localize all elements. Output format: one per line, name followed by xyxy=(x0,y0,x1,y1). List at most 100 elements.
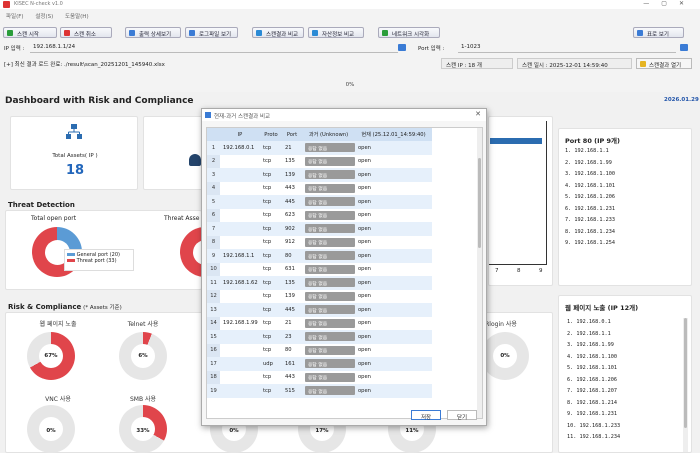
status-badge: 응답 없음 xyxy=(305,345,355,355)
table-row[interactable]: 8 tcp 912 응답 없음 open xyxy=(207,235,432,250)
web-exposure-value: 67% xyxy=(44,353,58,359)
compare-button[interactable]: 스캔결과 비교 xyxy=(252,27,304,38)
save-button[interactable]: 저장 xyxy=(411,410,441,421)
table-row[interactable]: 3 tcp 139 응답 없음 open xyxy=(207,168,432,182)
cell-current: open xyxy=(355,384,432,398)
table-row[interactable]: 13 tcp 445 응답 없음 open xyxy=(207,303,432,317)
scan-cancel-button[interactable]: 스캔 취소 xyxy=(60,27,112,38)
cell-past: 응답 없음 xyxy=(302,195,355,209)
log-file-button[interactable]: 로그파일 보기 xyxy=(185,27,238,38)
table-row[interactable]: 15 tcp 23 응답 없음 open xyxy=(207,330,432,344)
table-row[interactable]: 1 192.168.0.1 tcp 21 응답 없음 open xyxy=(207,141,432,155)
table-row[interactable]: 18 tcp 443 응답 없음 open xyxy=(207,370,432,384)
save-port-icon[interactable] xyxy=(680,44,688,51)
cell-proto: tcp xyxy=(260,195,282,209)
col-past[interactable]: 과거 (Unknown) xyxy=(302,128,355,141)
status-badge: 응답 없음 xyxy=(305,372,355,382)
close-button[interactable]: 닫기 xyxy=(447,410,477,421)
col-proto[interactable]: Proto xyxy=(260,128,282,141)
x-tick-8: 8 xyxy=(517,268,521,274)
col-ip[interactable]: IP xyxy=(220,128,260,141)
cell-proto: tcp xyxy=(260,249,282,263)
open-result-label: 스캔결과 열기 xyxy=(649,63,682,69)
table-view-label: 표로 보기 xyxy=(647,31,669,38)
table-row[interactable]: 7 tcp 902 응답 없음 open xyxy=(207,222,432,236)
table-row[interactable]: 9 192.168.1.1 tcp 80 응답 없음 open xyxy=(207,249,432,263)
cell-past: 응답 없음 xyxy=(302,290,355,304)
dialog-title-bar: 현재-과거 스캔결과 비교 xyxy=(202,109,486,121)
list-item: 1. 192.168.0.1 xyxy=(567,319,611,325)
table-row[interactable]: 10 tcp 631 응답 없음 open xyxy=(207,262,432,276)
scrollbar[interactable] xyxy=(683,318,688,452)
cell-past: 응답 없음 xyxy=(302,303,355,317)
table-row[interactable]: 19 tcp 515 응답 없음 open xyxy=(207,384,432,398)
rownum-header xyxy=(207,128,220,141)
dialog-close-icon[interactable]: ✕ xyxy=(475,110,481,118)
ip-input[interactable]: 192.168.1.1/24 xyxy=(30,43,398,53)
port80-list: 1. 192.168.1.1 2. 192.168.1.99 3. 192.168.… xyxy=(565,146,615,250)
scrollbar-thumb[interactable] xyxy=(684,318,687,428)
table-row[interactable]: 14 192.168.1.99 tcp 21 응답 없음 open xyxy=(207,316,432,330)
cell-ip xyxy=(220,222,260,236)
cell-past: 응답 없음 xyxy=(302,344,355,358)
window-controls[interactable]: —▢✕ xyxy=(643,0,696,7)
cell-ip xyxy=(220,209,260,223)
col-current[interactable]: 현재 (25.12.01_14:59:40) xyxy=(355,128,432,141)
asset-compare-button[interactable]: 자산정보 비교 xyxy=(308,27,364,38)
table-icon xyxy=(637,30,643,36)
table-row[interactable]: 17 udp 161 응답 없음 open xyxy=(207,357,432,371)
output-detail-button[interactable]: 출력 상세보기 xyxy=(125,27,181,38)
scan-start-button[interactable]: 스캔 시작 xyxy=(3,27,57,38)
list-item: 10. 192.168.1.233 xyxy=(567,422,621,429)
cell-port: 912 xyxy=(285,239,295,246)
cell-ip xyxy=(220,168,260,182)
threat-detection-card: Total open port Threat Asse General port… xyxy=(5,210,204,290)
cell-proto: tcp xyxy=(263,347,272,354)
table-row[interactable]: 16 tcp 80 응답 없음 open xyxy=(207,343,432,358)
cell-port: 135 xyxy=(285,158,295,165)
cell-port: 161 xyxy=(282,357,302,371)
row-number: 3 xyxy=(207,168,220,182)
table-row[interactable]: 6 tcp 623 응답 없음 open xyxy=(207,208,432,223)
cell-past: 응답 없음 xyxy=(302,141,355,155)
table-scrollbar[interactable] xyxy=(477,128,482,418)
status-badge: 응답 없음 xyxy=(305,291,355,301)
row-number: 11 xyxy=(207,276,220,290)
cell-proto: tcp xyxy=(260,141,282,155)
cell-proto: tcp xyxy=(263,320,272,327)
port-input[interactable]: 1-1023 xyxy=(458,43,676,53)
table-row[interactable]: 5 tcp 445 응답 없음 open xyxy=(207,195,432,209)
menu-help[interactable]: 도움말(H) xyxy=(65,14,89,20)
table-view-button[interactable]: 표로 보기 xyxy=(633,27,684,38)
cell-proto: tcp xyxy=(263,266,272,273)
progress-text: 0% xyxy=(345,82,355,88)
status-badge: 응답 없음 xyxy=(305,359,355,369)
table-row[interactable]: 2 tcp 135 응답 없음 open xyxy=(207,154,432,168)
status-badge: 응답 없음 xyxy=(305,224,355,234)
last-result-text: [+] 최신 결과 로드 완료: ./result\scan_20251201_… xyxy=(4,62,165,68)
cell-past: 응답 없음 xyxy=(302,330,355,344)
output-detail-label: 출력 상세보기 xyxy=(139,31,172,38)
table-row[interactable]: 12 tcp 139 응답 없음 open xyxy=(207,289,432,304)
row-number: 7 xyxy=(207,222,220,236)
menu-settings[interactable]: 설정(S) xyxy=(35,14,53,20)
cell-ip: 192.168.0.1 xyxy=(220,141,260,155)
cell-port: 631 xyxy=(285,266,295,273)
save-ip-icon[interactable] xyxy=(398,44,406,51)
list-item: 11. 192.168.1.234 xyxy=(567,434,621,440)
port-label: Port 입력 : xyxy=(418,46,445,52)
cell-ip: 192.168.1.62 xyxy=(220,276,260,290)
table-scrollbar-thumb[interactable] xyxy=(478,158,481,248)
open-result-button[interactable]: 스캔결과 열기 xyxy=(636,58,692,69)
network-visualize-button[interactable]: 네트워크 시각화 xyxy=(378,27,440,38)
cell-proto: tcp xyxy=(260,330,282,344)
col-port[interactable]: Port xyxy=(282,128,302,141)
menu-file[interactable]: 파일(F) xyxy=(6,14,24,20)
table-row[interactable]: 4 tcp 443 응답 없음 open xyxy=(207,181,432,195)
menu-bar: 파일(F) 설정(S) 도움말(H) xyxy=(0,10,700,21)
cell-current: open xyxy=(358,347,371,354)
ip-label: IP 입력 : xyxy=(4,46,25,52)
total-open-port-title: Total open port xyxy=(31,215,77,222)
table-row[interactable]: 11 192.168.1.62 tcp 135 응답 없음 open xyxy=(207,276,432,290)
cell-ip xyxy=(220,236,260,250)
